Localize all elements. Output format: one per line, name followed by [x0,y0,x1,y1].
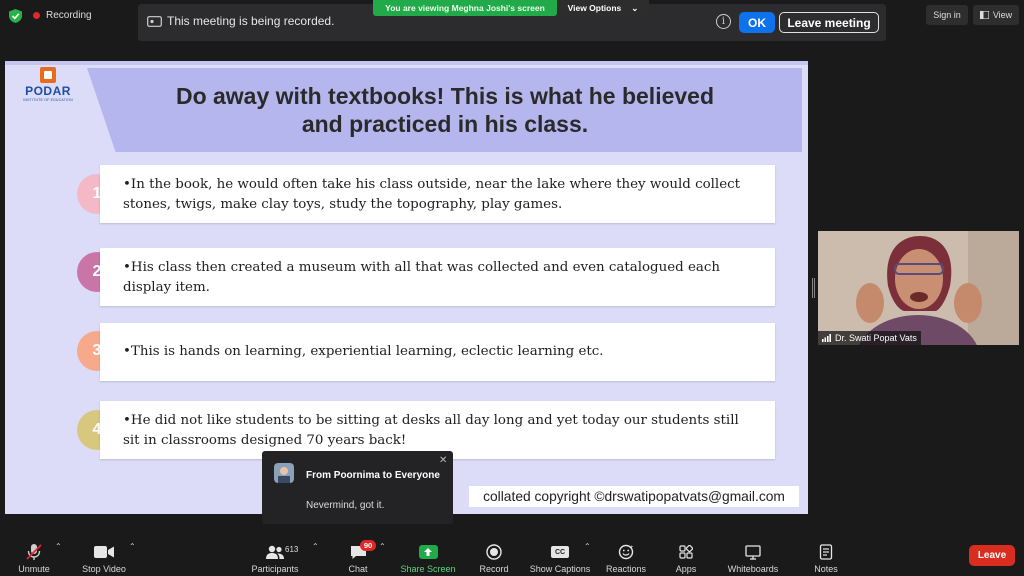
audio-options-chevron-icon[interactable]: ⌃ [55,542,62,551]
participants-icon: 613 [265,543,298,561]
participant-count: 613 [285,545,299,554]
chat-sender: From Poornima to Everyone [306,470,440,481]
list-item: •This is hands on learning, experiential… [100,323,775,381]
captions-icon: CC [550,543,570,561]
apps-icon [676,543,696,561]
participants-button[interactable]: 613 Participants [250,540,300,574]
show-captions-button[interactable]: CC Show Captions [528,540,592,574]
reactions-button[interactable]: + Reactions [603,540,649,574]
record-icon [484,543,504,561]
screen-share-banner: You are viewing Meghna Joshi's screen [373,0,557,16]
recording-label: Recording [46,9,92,21]
close-icon[interactable]: ✕ [439,455,447,466]
info-icon[interactable]: i [716,14,731,29]
muted-mic-icon [24,543,44,561]
list-item-text: •His class then created a museum with al… [123,260,721,295]
sign-in-button[interactable]: Sign in [926,5,968,25]
podar-logo-subtitle: INSTITUTE OF EDUCATION [23,98,73,102]
view-options-button[interactable]: View Options ⌄ [557,0,649,16]
shared-screen-slide: PODAR INSTITUTE OF EDUCATION Do away wit… [5,61,808,514]
recording-camera-icon [147,16,162,27]
participant-name-label: Dr. Swati Popat Vats [818,331,921,345]
view-grid-icon [979,11,989,19]
podar-logo: PODAR INSTITUTE OF EDUCATION [18,67,78,103]
list-item: •In the book, he would often take his cl… [100,165,775,223]
video-options-chevron-icon[interactable]: ⌃ [129,542,136,551]
view-label: View [992,10,1013,20]
recording-indicator[interactable]: Recording [33,7,92,23]
chat-message: Nevermind, got it. [306,500,385,511]
list-item-text: •In the book, he would often take his cl… [123,177,741,212]
recording-notice-text: This meeting is being recorded. [167,14,335,28]
unread-chat-badge: 90 [360,540,376,551]
video-camera-icon [94,543,114,561]
stop-video-button[interactable]: Stop Video [78,540,130,574]
record-button[interactable]: Record [474,540,514,574]
chat-button[interactable]: 90 Chat [340,540,376,574]
list-item: •His class then created a museum with al… [100,248,775,306]
participants-label: Participants [251,564,299,574]
show-captions-label: Show Captions [529,564,591,574]
slide-title: Do away with textbooks! This is what he … [125,82,765,138]
apps-button[interactable]: Apps [670,540,702,574]
chevron-down-icon: ⌄ [631,2,639,13]
share-screen-label: Share Screen [400,564,456,574]
apps-label: Apps [675,564,697,574]
participant-video[interactable] [818,231,1019,345]
signal-strength-icon [822,334,831,342]
view-button[interactable]: View [973,5,1019,25]
chat-options-chevron-icon[interactable]: ⌃ [379,542,386,551]
leave-meeting-button[interactable]: Leave meeting [779,12,879,33]
participants-options-chevron-icon[interactable]: ⌃ [312,542,319,551]
ok-button[interactable]: OK [739,12,775,33]
recording-dot-icon [33,11,40,19]
whiteboards-label: Whiteboards [727,564,779,574]
chat-icon: 90 [348,540,376,561]
record-label: Record [479,564,509,574]
podar-logo-name: PODAR [25,84,71,98]
unmute-label: Unmute [18,564,50,574]
slide-copyright: collated copyright ©drswatipopatvats@gma… [469,486,799,507]
notes-label: Notes [814,564,838,574]
stop-video-label: Stop Video [82,564,126,574]
chat-label: Chat [348,564,368,574]
slide-title-line-1: Do away with textbooks! This is what he … [175,83,715,109]
list-item-text: •He did not like students to be sitting … [123,413,739,448]
svg-text:+: + [630,545,634,551]
notes-button[interactable]: Notes [808,540,844,574]
podar-logo-icon [40,67,56,83]
leave-button[interactable]: Leave [969,545,1015,566]
slide-top-strip [5,61,808,65]
panel-resize-handle[interactable] [812,278,815,298]
security-shield-icon[interactable] [9,9,22,23]
captions-options-chevron-icon[interactable]: ⌃ [584,542,591,551]
sender-avatar [274,463,294,483]
share-screen-icon [418,545,438,559]
whiteboard-icon [743,543,763,561]
unmute-button[interactable]: Unmute [12,540,56,574]
participant-name: Dr. Swati Popat Vats [835,333,917,343]
reactions-label: Reactions [605,564,647,574]
whiteboards-button[interactable]: Whiteboards [724,540,782,574]
reactions-smiley-icon: + [616,543,636,561]
share-screen-button[interactable]: Share Screen [398,540,458,574]
list-item-text: •This is hands on learning, experiential… [123,344,604,359]
chat-notification[interactable] [262,451,453,524]
view-options-label: View Options [567,3,622,13]
notes-icon [816,543,836,561]
slide-title-line-2: and practiced in his class. [301,111,589,137]
